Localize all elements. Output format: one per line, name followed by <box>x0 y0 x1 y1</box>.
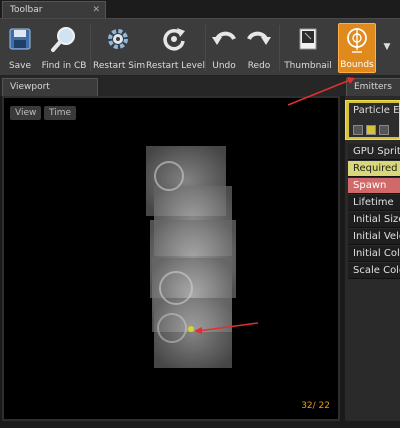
solo-icon[interactable] <box>366 125 376 135</box>
emitter-origin-marker <box>188 326 194 332</box>
save-label: Save <box>8 61 32 71</box>
thumbnail-label: Thumbnail <box>284 61 332 71</box>
tab-toolbar-label: Toolbar <box>10 5 43 15</box>
restart-sim-label: Restart Sim <box>93 61 146 71</box>
save-icon <box>9 28 31 50</box>
save-button[interactable]: Save <box>4 23 36 73</box>
emitter-title: Particle Em <box>353 105 400 116</box>
restart-sim-button[interactable]: Restart Sim <box>93 23 146 73</box>
particle-preview <box>146 146 259 368</box>
module-initial-velocity[interactable]: Initial Velo <box>348 229 400 245</box>
tab-emitters-label: Emitters <box>354 82 392 92</box>
undo-button[interactable]: Undo <box>208 23 240 73</box>
toolbar-separator <box>205 25 206 71</box>
module-gpu-sprites[interactable]: GPU Sprite <box>348 144 400 160</box>
module-required[interactable]: Required <box>348 161 400 177</box>
bounds-label: Bounds <box>340 60 374 70</box>
tab-emitters[interactable]: Emitters <box>346 78 400 96</box>
chevron-down-icon: ▼ <box>383 42 391 52</box>
particle-emitter-header[interactable]: Particle Em <box>345 100 400 140</box>
thumbnail-button[interactable]: Thumbnail <box>283 23 333 73</box>
module-lifetime[interactable]: Lifetime <box>348 195 400 211</box>
module-initial-size[interactable]: Initial Size <box>348 212 400 228</box>
find-in-cb-label: Find in CB <box>41 61 87 71</box>
emitters-panel: Particle Em GPU Sprite Required Spawn Li… <box>345 96 400 428</box>
close-icon[interactable]: ✕ <box>92 2 100 19</box>
thumbnail-icon <box>299 28 317 50</box>
particle-sprite-stack <box>146 146 236 368</box>
frame-counter: 32/ 22 <box>301 401 330 411</box>
status-bar <box>0 421 400 428</box>
restart-level-button[interactable]: Restart Level <box>146 23 205 73</box>
refresh-icon <box>163 28 185 51</box>
bounds-button[interactable]: Bounds <box>338 23 376 73</box>
toolbar-separator <box>279 25 280 71</box>
thumbnail-icon[interactable] <box>379 125 389 135</box>
undo-label: Undo <box>212 61 236 71</box>
bounds-icon <box>347 28 367 53</box>
module-scale-color[interactable]: Scale Colo <box>348 263 400 279</box>
redo-button[interactable]: Redo <box>243 23 275 73</box>
gear-icon <box>108 29 128 49</box>
tab-viewport[interactable]: Viewport <box>2 78 98 96</box>
tab-toolbar[interactable]: Toolbar ✕ <box>2 1 106 19</box>
checkbox-icon[interactable] <box>353 125 363 135</box>
toolbar: Save Find in CB Restart Sim Restart Leve… <box>0 18 400 76</box>
viewport[interactable]: View Time 32/ 22 <box>2 96 340 421</box>
redo-label: Redo <box>247 61 271 71</box>
module-spawn[interactable]: Spawn <box>348 178 400 194</box>
tab-viewport-label: Viewport <box>10 82 50 92</box>
module-initial-color[interactable]: Initial Colo <box>348 246 400 262</box>
panel-tab-strip: Viewport Emitters <box>0 76 400 96</box>
redo-icon <box>247 31 271 45</box>
undo-icon <box>212 31 236 45</box>
magnifier-icon <box>51 27 75 52</box>
top-tab-strip: Toolbar ✕ <box>0 0 400 19</box>
find-in-cb-button[interactable]: Find in CB <box>40 23 88 73</box>
toolbar-separator <box>90 25 91 71</box>
toolbar-overflow-dropdown[interactable]: ▼ <box>380 37 394 57</box>
restart-level-label: Restart Level <box>146 61 205 71</box>
emitter-toggles <box>353 123 392 136</box>
